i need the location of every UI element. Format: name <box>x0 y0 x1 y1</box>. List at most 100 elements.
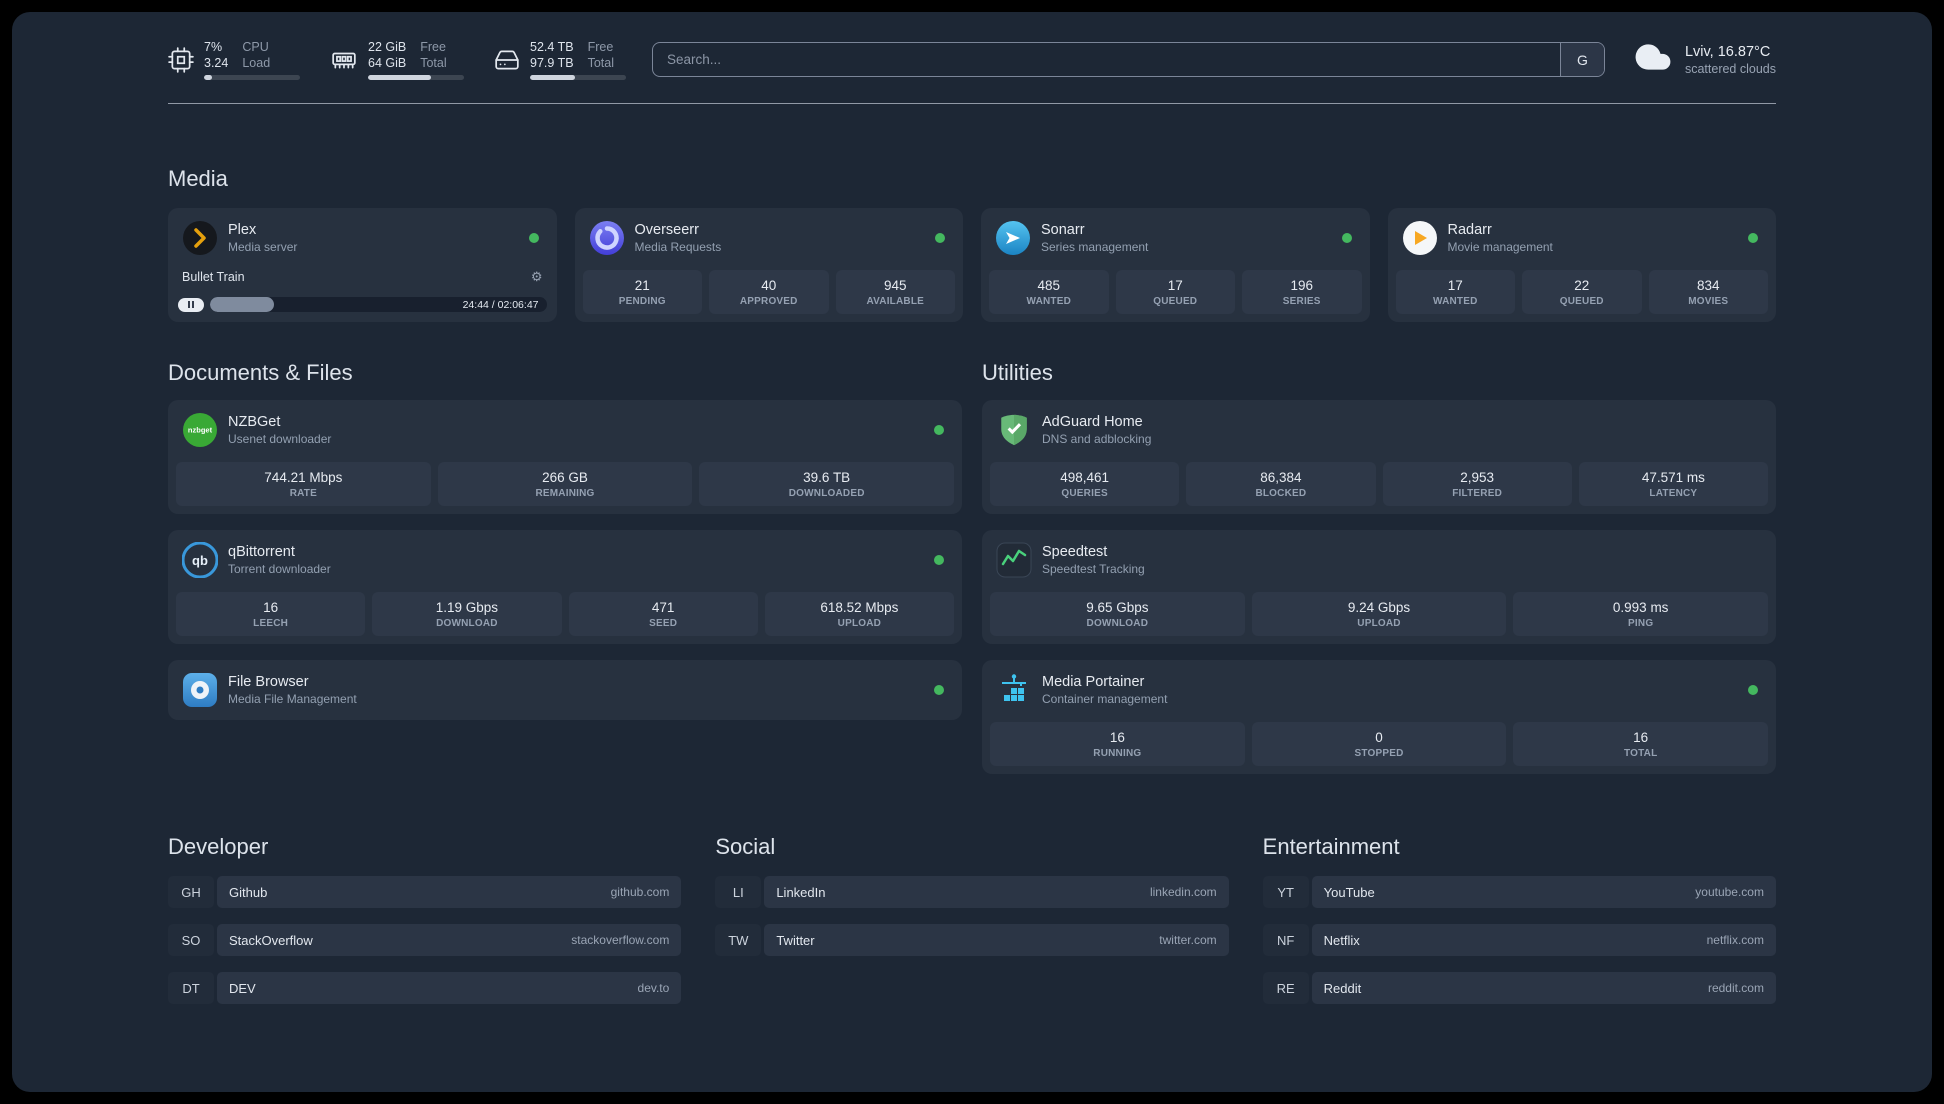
stat-value: 196 <box>1290 278 1314 293</box>
service-name: Overseerr <box>634 222 699 238</box>
service-card-plex[interactable]: Plex Media server Bullet Train ⚙ 24:44 /… <box>168 208 557 322</box>
bookmark-item[interactable]: LI LinkedIn linkedin.com <box>715 876 1229 908</box>
bookmarks-section: Developer GH Github github.com SO StackOverf… <box>168 834 1776 1044</box>
stat-block: 485 WANTED <box>989 270 1109 314</box>
bookmark-bar: Twitter twitter.com <box>764 924 1229 956</box>
bookmark-abbr: SO <box>168 924 214 956</box>
stat-block: 22 QUEUED <box>1522 270 1642 314</box>
section-title-documents: Documents & Files <box>168 360 353 385</box>
stats-row: 498,461 QUERIES 86,384 BLOCKED 2,953 FILTERED… <box>990 462 1768 506</box>
stats-row: 16 LEECH 1.19 Gbps DOWNLOAD 471 SEED 618.52 Mb… <box>176 592 954 636</box>
stat-value: 2,953 <box>1460 470 1495 485</box>
service-name: AdGuard Home <box>1042 414 1143 430</box>
bookmark-bar: StackOverflow stackoverflow.com <box>217 924 682 956</box>
bookmark-domain: reddit.com <box>1707 981 1764 995</box>
service-name: File Browser <box>228 674 309 690</box>
stat-value: 834 <box>1696 278 1720 293</box>
qbittorrent-icon: qb <box>182 542 218 578</box>
stat-label: DOWNLOADED <box>788 488 865 499</box>
section-title-developer: Developer <box>168 834 269 859</box>
stat-label: QUEUED <box>1559 296 1604 307</box>
bookmark-item[interactable]: RE Reddit reddit.com <box>1262 972 1776 1004</box>
memory-usage-bar <box>368 75 464 81</box>
service-card-nzbget[interactable]: nzbget NZBGet Usenet downloader 744.21 M… <box>168 400 962 514</box>
service-card-overseerr[interactable]: Overseerr Media Requests 21 PENDING 40 APPR… <box>574 208 963 322</box>
status-dot <box>1341 233 1352 243</box>
bookmark-item[interactable]: NF Netflix netflix.com <box>1262 924 1776 956</box>
stat-label: SERIES <box>1282 296 1321 307</box>
service-card-speedtest[interactable]: Speedtest Speedtest Tracking 9.65 Gbps DO… <box>982 530 1776 644</box>
stat-block: 40 APPROVED <box>709 270 829 314</box>
stat-block: 86,384 BLOCKED <box>1186 462 1376 506</box>
stat-value: 618.52 Mbps <box>820 600 899 615</box>
service-card-portainer[interactable]: Media Portainer Container management 16 R… <box>982 660 1776 774</box>
stat-label: RATE <box>289 488 317 499</box>
memory-free-value: 22 GiB <box>368 39 407 54</box>
gear-icon[interactable]: ⚙ <box>531 269 543 285</box>
memory-free-label: Free <box>420 39 446 54</box>
bookmark-bar: Reddit reddit.com <box>1311 972 1776 1004</box>
playback-time: 24:44 / 02:06:47 <box>462 298 539 311</box>
bookmark-name: LinkedIn <box>776 884 826 900</box>
cpu-load-value: 3.24 <box>204 56 229 70</box>
service-subtitle: Speedtest Tracking <box>1042 562 1145 576</box>
bookmark-abbr: RE <box>1262 972 1309 1004</box>
stat-label: BLOCKED <box>1255 488 1307 499</box>
resource-widgets: 7% 3.24 CPU Load 22 GiB 64 GiB Free Tota… <box>168 39 626 81</box>
stat-label: REMAINING <box>535 488 595 499</box>
status-dot <box>528 233 539 243</box>
bookmark-item[interactable]: GH Github github.com <box>168 876 682 908</box>
memory-total-value: 64 GiB <box>368 56 407 70</box>
section-title-social: Social <box>715 834 776 859</box>
service-subtitle: Media server <box>228 240 298 254</box>
service-card-qbittorrent[interactable]: qb qBittorrent Torrent downloader 16 LEEC… <box>168 530 962 644</box>
stat-value: 17 <box>1167 278 1183 293</box>
service-subtitle: Media File Management <box>228 692 357 706</box>
service-card-filebrowser[interactable]: File Browser Media File Management <box>168 660 962 720</box>
cpu-widget: 7% 3.24 CPU Load <box>168 39 300 81</box>
stats-row: 9.65 Gbps DOWNLOAD 9.24 Gbps UPLOAD 0.993 ms… <box>990 592 1769 636</box>
bookmark-item[interactable]: TW Twitter twitter.com <box>715 924 1229 956</box>
disk-free-label: Free <box>587 39 614 54</box>
stat-value: 485 <box>1037 278 1061 293</box>
bookmark-group-entertainment: Entertainment YT YouTube youtube.com NF Netf… <box>1262 834 1776 1020</box>
stat-label: WANTED <box>1026 296 1072 307</box>
stat-block: 945 AVAILABLE <box>835 270 955 314</box>
service-card-adguard[interactable]: AdGuard Home DNS and adblocking 498,461 Q… <box>982 400 1776 514</box>
service-card-sonarr[interactable]: Sonarr Series management 485 WANTED 17 QUEU… <box>981 208 1370 322</box>
playback-progress-bar[interactable]: 24:44 / 02:06:47 <box>210 297 547 312</box>
filebrowser-icon <box>182 672 218 708</box>
bookmark-group-social: Social LI LinkedIn linkedin.com TW Twitter tw… <box>715 834 1229 1020</box>
bookmark-abbr: DT <box>168 972 214 1004</box>
bookmark-bar: YouTube youtube.com <box>1311 876 1776 908</box>
stats-row: 16 RUNNING 0 STOPPED 16 TOTAL <box>990 722 1769 766</box>
service-name: Sonarr <box>1041 222 1085 238</box>
radarr-icon <box>1402 220 1438 256</box>
pause-button[interactable] <box>178 297 204 312</box>
bookmark-item[interactable]: SO StackOverflow stackoverflow.com <box>168 924 682 956</box>
stat-label: UPLOAD <box>1357 618 1401 629</box>
weather-condition: scattered clouds <box>1684 62 1776 77</box>
bookmark-domain: netflix.com <box>1706 933 1764 947</box>
search-provider-button[interactable]: G <box>1559 43 1604 76</box>
service-card-radarr[interactable]: Radarr Movie management 17 WANTED 22 QUEUED… <box>1387 208 1776 322</box>
status-dot <box>1748 685 1758 695</box>
stat-block: 9.65 Gbps DOWNLOAD <box>990 592 1245 636</box>
bookmark-name: DEV <box>229 980 256 996</box>
service-name: Plex <box>228 222 257 238</box>
stats-row: 21 PENDING 40 APPROVED 945 AVAILABLE <box>582 270 955 314</box>
stat-block: 16 TOTAL <box>1513 722 1769 766</box>
cpu-chip-icon <box>168 46 194 73</box>
stat-block: 1.19 Gbps DOWNLOAD <box>372 592 562 636</box>
stat-label: WANTED <box>1432 296 1478 307</box>
nzbget-icon: nzbget <box>182 412 218 448</box>
cpu-load-label: Load <box>242 56 271 70</box>
bookmark-item[interactable]: YT YouTube youtube.com <box>1262 876 1776 908</box>
bookmark-name: Twitter <box>776 932 815 948</box>
bookmark-group-developer: Developer GH Github github.com SO StackOverf… <box>168 834 682 1020</box>
search-bar: G <box>652 42 1605 77</box>
bookmark-item[interactable]: DT DEV dev.to <box>168 972 682 1004</box>
stat-block: 266 GB REMAINING <box>437 462 693 506</box>
stat-block: 618.52 Mbps UPLOAD <box>764 592 954 636</box>
search-input[interactable] <box>653 43 1560 76</box>
